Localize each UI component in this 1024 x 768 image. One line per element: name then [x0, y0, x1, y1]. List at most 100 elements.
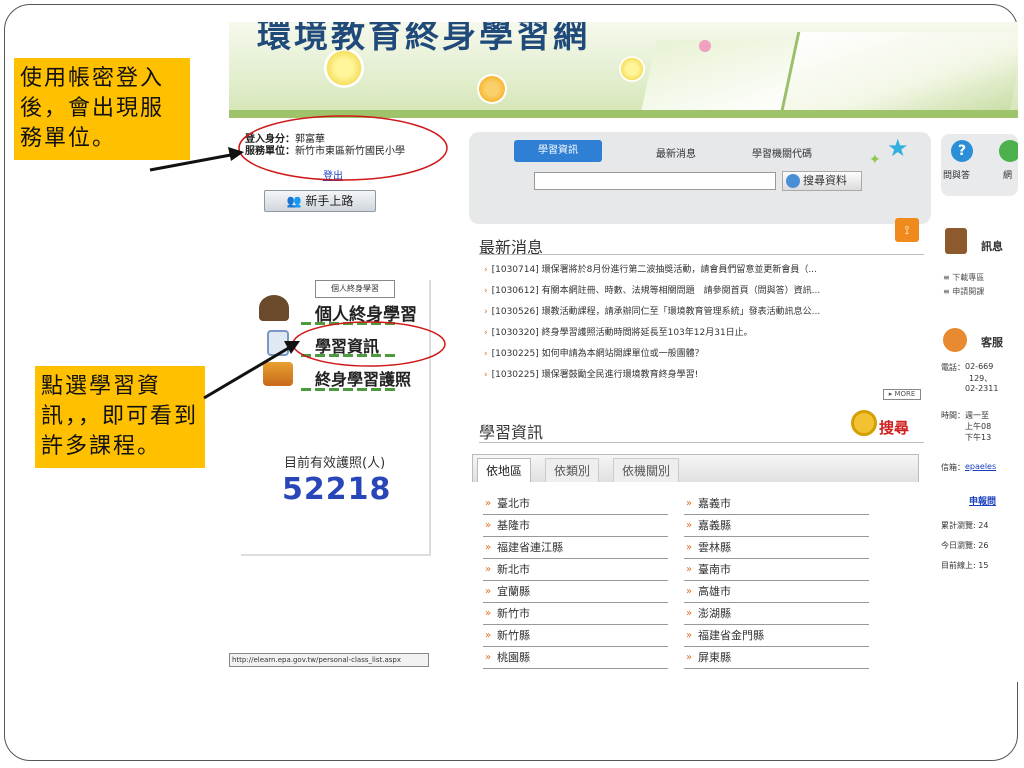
tab-by-region[interactable]: 依地區: [477, 458, 532, 482]
learning-title: 學習資訊: [479, 423, 544, 442]
banner-divider: [229, 110, 1018, 118]
region-link[interactable]: 新竹市: [483, 604, 668, 625]
user-icon: 👥: [286, 194, 306, 208]
new-user-button[interactable]: 👥 新手上路: [264, 190, 376, 212]
time-line: 上午08: [965, 422, 992, 431]
sparkle-icon: ✦: [869, 152, 881, 168]
region-link[interactable]: 雲林縣: [684, 538, 869, 559]
flower-icon: [699, 40, 711, 52]
search-icon: [786, 174, 800, 188]
region-link[interactable]: 高雄市: [684, 582, 869, 603]
region-link[interactable]: 宜蘭縣: [483, 582, 668, 603]
banner-book-graphic: [780, 32, 1018, 110]
search-button-label: 搜尋資料: [803, 174, 847, 187]
menu-tag: 個人終身學習: [315, 280, 395, 298]
site-title: 環境教育終身學習網: [257, 22, 590, 56]
region-link[interactable]: 嘉義縣: [684, 516, 869, 537]
time-line: 下午13: [965, 433, 992, 442]
news-item[interactable]: › [1030714] 環保署將於8月份進行第二波抽獎活動，請會員們留意並更新會員…: [484, 262, 924, 275]
unit-label: 服務單位：: [245, 146, 295, 157]
menu-item-learning-passport[interactable]: 終身學習護照: [315, 366, 411, 390]
report-link[interactable]: 申報問: [969, 494, 996, 507]
stat-online: 目前線上: 15: [941, 561, 989, 570]
news-divider: [479, 254, 924, 255]
website-screenshot: 環境教育終身學習網 登入身分：郭富華 服務單位：新竹市東區新竹國民小學 登出 👥…: [229, 22, 1018, 682]
books-icon: [263, 362, 293, 386]
phone-icon: [943, 328, 967, 352]
faq-label[interactable]: 問與答: [943, 168, 970, 181]
mail-link[interactable]: epaeles: [965, 462, 996, 471]
news-item[interactable]: › [1030320] 終身學習護照活動時間將延長至103年12月31日止。: [484, 325, 924, 338]
region-link[interactable]: 臺南市: [684, 560, 869, 581]
region-link[interactable]: 臺北市: [483, 494, 668, 515]
mail-label: 信箱：: [941, 463, 965, 472]
banner-page-graphic: [641, 40, 807, 110]
info-heading: 訊息: [981, 240, 1003, 253]
news-item[interactable]: › [1030225] 如何申請為本網站開課單位或一般團體？: [484, 346, 924, 359]
time-label: 時間：: [941, 411, 965, 420]
learning-divider: [479, 442, 924, 443]
unit-row: 服務單位：新竹市東區新竹國民小學: [245, 142, 405, 157]
stat-today: 今日瀏覽: 26: [941, 541, 989, 550]
bullet-icon: ›: [484, 328, 488, 338]
globe-icon[interactable]: [999, 140, 1018, 162]
annotation-note-login: 使用帳密登入後，會出現服務單位。: [14, 58, 190, 160]
unit-value: 新竹市東區新竹國民小學: [295, 146, 405, 157]
region-link[interactable]: 嘉義市: [684, 494, 869, 515]
service-heading: 客服: [981, 336, 1003, 349]
new-user-label: 新手上路: [305, 194, 354, 208]
bullet-icon: ›: [484, 265, 488, 275]
learning-search-link[interactable]: 搜尋: [879, 417, 909, 438]
learning-tab-bar: [472, 454, 919, 482]
search-tab-learning-info[interactable]: 學習資訊: [514, 140, 602, 162]
menu-divider: [301, 354, 397, 357]
site-label[interactable]: 網: [1003, 168, 1012, 181]
tab-by-category[interactable]: 依類別: [545, 458, 600, 482]
stat-total: 累計瀏覽: 24: [941, 521, 989, 530]
phone-line: 02-2311: [965, 384, 999, 393]
news-item[interactable]: › [1030225] 環保署鼓勵全民進行環境教育終身學習!: [484, 367, 924, 380]
more-button[interactable]: ▸ MORE: [883, 389, 921, 400]
bullet-icon: ›: [484, 349, 488, 359]
rss-icon[interactable]: ⟟: [895, 218, 919, 242]
tab-by-agency[interactable]: 依機關別: [613, 458, 680, 482]
magnifier-icon: [851, 410, 877, 436]
logout-link[interactable]: 登出: [323, 167, 343, 182]
license-count: 52218: [282, 472, 392, 507]
flower-icon: [619, 56, 645, 82]
search-tab-news[interactable]: 最新消息: [656, 145, 696, 160]
phone-line: 02-669: [965, 362, 994, 371]
license-label: 目前有效護照(人): [284, 456, 386, 471]
news-item[interactable]: › [1030526] 環教活動課程，請承辦同仁至「環境教育管理系統」發表活動訊息…: [484, 304, 924, 317]
phone-line: 129、: [969, 374, 993, 383]
star-icon: ★: [887, 134, 909, 162]
document-icon: [267, 330, 289, 356]
browser-status-bar: http://elearn.epa.gov.tw/personal-class_…: [229, 653, 429, 667]
search-input[interactable]: [534, 172, 776, 190]
search-button[interactable]: 搜尋資料: [782, 171, 862, 191]
region-link[interactable]: 福建省金門縣: [684, 626, 869, 647]
news-item[interactable]: › [1030612] 有關本網註冊、時數、法規等相關問題 請參閱首頁（問與答）資…: [484, 283, 924, 296]
bullet-icon: ›: [484, 307, 488, 317]
region-link[interactable]: 新竹縣: [483, 626, 668, 647]
question-icon[interactable]: ?: [951, 140, 973, 162]
bullet-icon: ›: [484, 370, 488, 380]
graduate-icon: [259, 295, 289, 321]
annotation-note-learning-info: 點選學習資訊，，即可看到許多課程。: [35, 366, 205, 468]
search-tab-agency-code[interactable]: 學習機關代碼: [752, 145, 812, 160]
info-link[interactable]: ≡ 申請開課: [943, 286, 984, 297]
region-link[interactable]: 澎湖縣: [684, 604, 869, 625]
region-link[interactable]: 屏東縣: [684, 648, 869, 669]
book-icon: [945, 228, 967, 254]
menu-divider: [301, 322, 397, 325]
region-link[interactable]: 新北市: [483, 560, 668, 581]
info-link[interactable]: ≡ 下載專區: [943, 272, 984, 283]
menu-divider: [301, 388, 397, 391]
region-link[interactable]: 福建省連江縣: [483, 538, 668, 559]
region-link[interactable]: 基隆市: [483, 516, 668, 537]
region-link[interactable]: 桃園縣: [483, 648, 668, 669]
time-line: 週一至: [965, 411, 989, 420]
phone-label: 電話：: [941, 363, 965, 372]
flower-icon: [477, 74, 507, 104]
site-banner: 環境教育終身學習網: [229, 22, 1018, 114]
